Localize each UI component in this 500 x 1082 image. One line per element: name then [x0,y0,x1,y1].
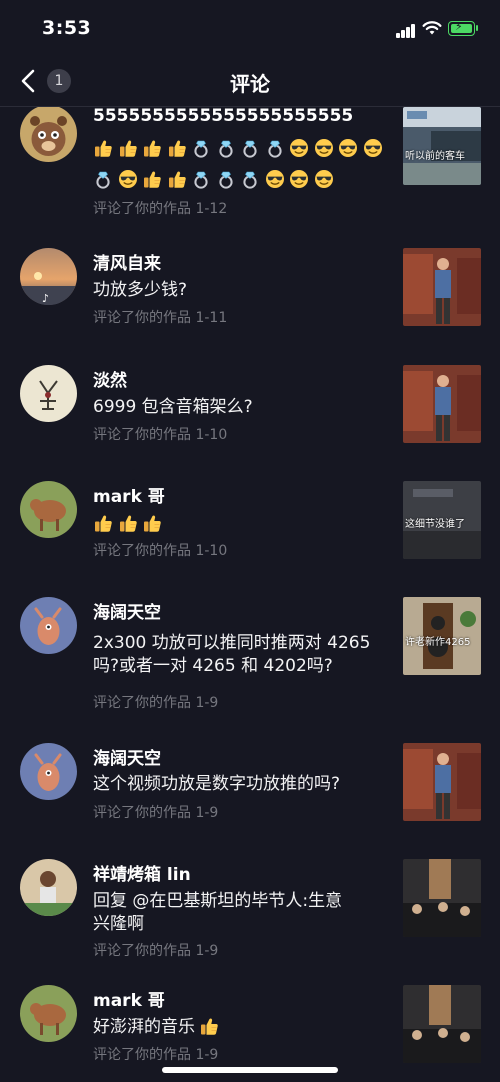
nav-bar: 1 评论 [0,56,500,107]
commenter-name[interactable]: mark 哥 [93,482,165,507]
user-avatar[interactable] [20,597,77,654]
comment-item[interactable]: 淡然 6999 包含音箱架么? 评论了你的作品 1-10 [0,365,500,465]
user-avatar[interactable] [20,107,77,162]
commenter-name[interactable]: 淡然 [93,366,127,391]
thumbs-up-icon [143,515,162,533]
ring-icon [218,140,233,158]
comment-item[interactable]: 海阔天空 2x300 功放可以推同时推两对 4265 吗?或者一对 4265 和… [0,597,500,727]
comment-text: 功放多少钱? [93,280,188,300]
thumbs-up-icon [119,515,137,533]
thumbs-up-icon [168,171,186,189]
video-thumbnail[interactable] [403,985,481,1063]
comment-emoji-row [93,167,393,191]
ring-icon [218,171,233,189]
video-thumbnail[interactable] [403,743,481,821]
user-avatar[interactable] [20,743,77,800]
home-indicator [162,1067,338,1073]
comment-item[interactable]: mark 哥 评论了你的作品 1-10 这细节没谁了 [0,481,500,581]
video-thumbnail[interactable]: 听以前的客车 [403,107,481,185]
wifi-icon [422,21,442,35]
thumbnail-caption: 这细节没谁了 [405,519,465,530]
video-thumbnail[interactable] [403,365,481,443]
commenter-name[interactable]: 5555555555555555555555 [93,107,353,126]
comment-meta: 评论了你的作品 1-9 [93,695,219,711]
comment-meta: 评论了你的作品 1-11 [93,310,228,326]
sunglasses-icon [338,138,358,158]
thumbnail-caption: 听以前的客车 [405,151,465,162]
comment-text: 这个视频功放是数字功放推的吗? [93,774,341,794]
comment-list[interactable]: 5555555555555555555555 评论了你的作品 1-12 听以前的… [0,107,500,1082]
comment-text-line: 2x300 功放可以推同时推两对 4265 [93,633,371,653]
comment-text-line: 兴隆啊 [93,914,144,934]
sunglasses-icon [362,138,383,158]
comment-text-line: 回复 @在巴基斯坦的毕节人:生意 [93,891,343,911]
video-thumbnail[interactable] [403,859,481,937]
comment-meta: 评论了你的作品 1-12 [93,201,228,217]
comment-emoji-row [93,136,393,160]
ring-icon [194,140,208,158]
thumbnail-caption: 许老新作4265 [405,637,471,648]
comment-item[interactable]: 海阔天空 这个视频功放是数字功放推的吗? 评论了你的作品 1-9 [0,743,500,843]
comment-item[interactable]: 祥靖烤箱 lin 回复 @在巴基斯坦的毕节人:生意 兴隆啊 评论了你的作品 1-… [0,859,500,979]
comment-text: 好澎湃的音乐 [93,1015,393,1039]
user-avatar[interactable] [20,985,77,1042]
ring-icon [243,140,257,158]
commenter-name[interactable]: mark 哥 [93,986,165,1011]
status-time: 3:53 [42,17,92,39]
user-avatar[interactable] [20,859,77,916]
sunglasses-icon [264,169,285,189]
comment-item[interactable]: 5555555555555555555555 评论了你的作品 1-12 听以前的… [0,107,500,227]
sunglasses-icon [289,138,309,158]
thumbs-up-icon [94,140,113,158]
user-avatar[interactable]: ♪ [20,248,77,305]
sunglasses-icon [117,169,138,189]
thumbs-up-icon [94,515,113,533]
comment-meta: 评论了你的作品 1-9 [93,1047,219,1063]
thumbs-up-icon [200,1018,219,1036]
comment-text-line: 吗?或者一对 4265 和 4202吗? [93,656,333,676]
comment-item[interactable]: ♪ 清风自来 功放多少钱? 评论了你的作品 1-11 [0,248,500,348]
status-bar: 3:53 ⚡ [0,0,500,56]
video-thumbnail[interactable] [403,248,481,326]
comment-meta: 评论了你的作品 1-9 [93,805,219,821]
user-avatar[interactable] [20,365,77,422]
comment-meta: 评论了你的作品 1-10 [93,427,228,443]
comment-emoji-row [93,511,383,535]
sunglasses-icon [313,138,334,158]
commenter-name[interactable]: 清风自来 [93,249,161,274]
thumbs-up-icon [168,140,186,158]
comment-meta: 评论了你的作品 1-10 [93,543,228,559]
svg-text:♪: ♪ [42,292,49,305]
thumbs-up-icon [119,140,137,158]
commenter-name[interactable]: 海阔天空 [93,744,161,769]
ring-icon [243,171,257,189]
thumbs-up-icon [143,171,162,189]
comment-text-content: 好澎湃的音乐 [93,1017,195,1037]
ring-icon [194,171,208,189]
user-avatar[interactable] [20,481,77,538]
battery-icon: ⚡ [448,20,475,36]
page-title: 评论 [230,72,270,96]
cellular-signal-icon [396,22,416,38]
thumbs-up-icon [143,140,162,158]
commenter-name[interactable]: 海阔天空 [93,598,161,623]
comment-meta: 评论了你的作品 1-9 [93,943,219,959]
ring-icon [96,171,110,189]
comment-text: 6999 包含音箱架么? [93,397,253,417]
video-thumbnail[interactable]: 这细节没谁了 [403,481,481,559]
sunglasses-icon [313,169,334,189]
sunglasses-icon [289,169,309,189]
ring-icon [267,140,282,158]
commenter-name[interactable]: 祥靖烤箱 lin [93,860,191,885]
video-thumbnail[interactable]: 许老新作4265 [403,597,481,675]
